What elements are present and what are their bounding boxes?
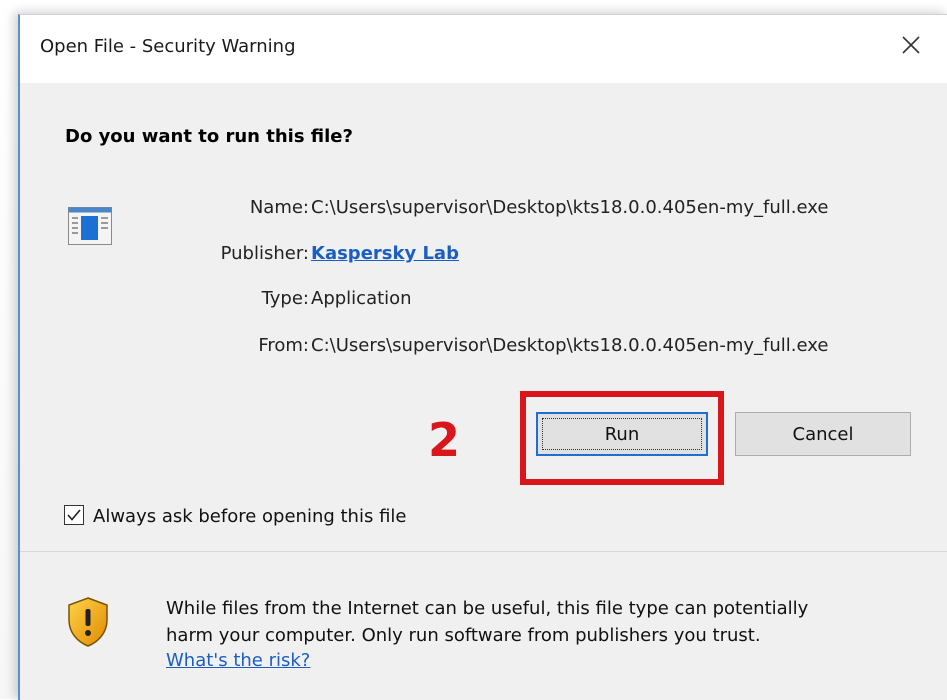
name-row: Name: C:\Users\supervisor\Desktop\kts18.… (20, 197, 947, 227)
type-value: Application (311, 288, 412, 309)
shield-warning-icon (68, 597, 108, 647)
publisher-link[interactable]: Kaspersky Lab (311, 243, 459, 264)
publisher-label: Publisher: (220, 243, 309, 264)
from-label: From: (258, 335, 309, 356)
warning-line-2: harm your computer. Only run software fr… (166, 625, 761, 646)
always-ask-label[interactable]: Always ask before opening this file (93, 506, 406, 527)
publisher-row: Publisher: Kaspersky Lab (20, 243, 947, 273)
name-label: Name: (249, 197, 309, 218)
name-value: C:\Users\supervisor\Desktop\kts18.0.0.40… (311, 197, 829, 218)
warning-line-1: While files from the Internet can be use… (166, 598, 809, 619)
cancel-button[interactable]: Cancel (735, 412, 911, 456)
type-label: Type: (261, 288, 309, 309)
cancel-button-label: Cancel (792, 423, 854, 445)
close-button[interactable] (893, 27, 929, 63)
dialog-title: Open File - Security Warning (40, 36, 296, 57)
from-row: From: C:\Users\supervisor\Desktop\kts18.… (20, 335, 947, 365)
type-row: Type: Application (20, 288, 947, 318)
warning-text: While files from the Internet can be use… (166, 595, 926, 649)
step-number-annotation: 2 (428, 413, 461, 467)
focus-ring (542, 418, 702, 450)
dialog-question: Do you want to run this file? (65, 126, 353, 147)
always-ask-checkbox[interactable] (64, 505, 84, 525)
title-bar: Open File - Security Warning (20, 15, 947, 83)
run-button[interactable]: Run (536, 412, 708, 456)
from-value: C:\Users\supervisor\Desktop\kts18.0.0.40… (311, 335, 829, 356)
close-icon (902, 36, 920, 54)
security-warning-dialog: Open File - Security Warning Do you want… (18, 14, 947, 700)
whats-the-risk-link[interactable]: What's the risk? (166, 650, 310, 671)
